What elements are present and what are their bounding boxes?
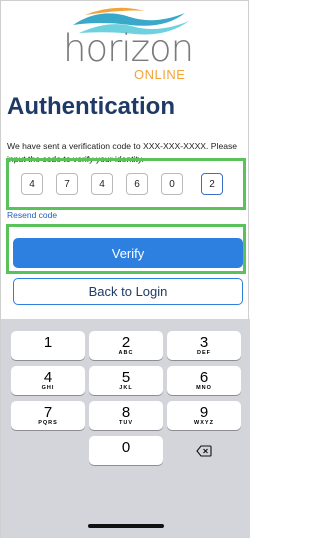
key-8-number: 8 [121,403,131,421]
verify-button[interactable]: Verify [13,238,243,268]
key-2[interactable]: 2 ABC [89,331,163,360]
horizon-logo: horizon ONLINE [55,5,205,87]
brand-name: horizon [63,27,194,70]
home-indicator [88,524,164,528]
key-9-number: 9 [199,403,209,421]
key-7-number: 7 [43,403,53,421]
key-3-letters: DEF [197,349,211,356]
key-4-letters: GHI [41,384,55,391]
key-6[interactable]: 6 MNO [167,366,241,395]
key-3-number: 3 [199,333,209,351]
key-2-number: 2 [121,333,131,351]
key-7[interactable]: 7 PQRS [11,401,85,430]
key-8[interactable]: 8 TUV [89,401,163,430]
key-4-number: 4 [43,368,53,386]
key-6-number: 6 [199,368,209,386]
brand-subtitle: ONLINE [134,67,186,82]
backspace-icon [196,444,212,457]
key-4[interactable]: 4 GHI [11,366,85,395]
key-2-letters: ABC [118,349,134,356]
code-digit-2[interactable]: 7 [56,173,78,195]
key-9[interactable]: 9 WXYZ [167,401,241,430]
app-screen: horizon ONLINE Authentication We have se… [0,0,250,538]
key-5[interactable]: 5 JKL [89,366,163,395]
code-digit-1[interactable]: 4 [21,173,43,195]
key-5-letters: JKL [119,384,133,391]
key-7-letters: PQRS [38,419,58,426]
key-3[interactable]: 3 DEF [167,331,241,360]
key-5-number: 5 [121,368,131,386]
key-1[interactable]: 1 [11,331,85,360]
backspace-key[interactable] [167,436,241,465]
code-digit-5[interactable]: 0 [161,173,183,195]
code-digit-6[interactable]: 2 [201,173,223,195]
key-6-letters: MNO [196,384,212,391]
key-9-letters: WXYZ [194,419,214,426]
resend-code-link[interactable]: Resend code [7,210,57,220]
back-to-login-button[interactable]: Back to Login [13,278,243,305]
key-0[interactable]: 0 [89,436,163,465]
code-digit-4[interactable]: 6 [126,173,148,195]
page-title: Authentication [7,93,175,120]
code-digit-3[interactable]: 4 [91,173,113,195]
key-8-letters: TUV [119,419,133,426]
key-0-number: 0 [121,438,131,456]
numeric-keyboard: 1 2 ABC 3 DEF 4 GHI 5 JKL 6 MNO 7 PQRS 8… [1,319,250,538]
key-1-number: 1 [43,333,53,351]
